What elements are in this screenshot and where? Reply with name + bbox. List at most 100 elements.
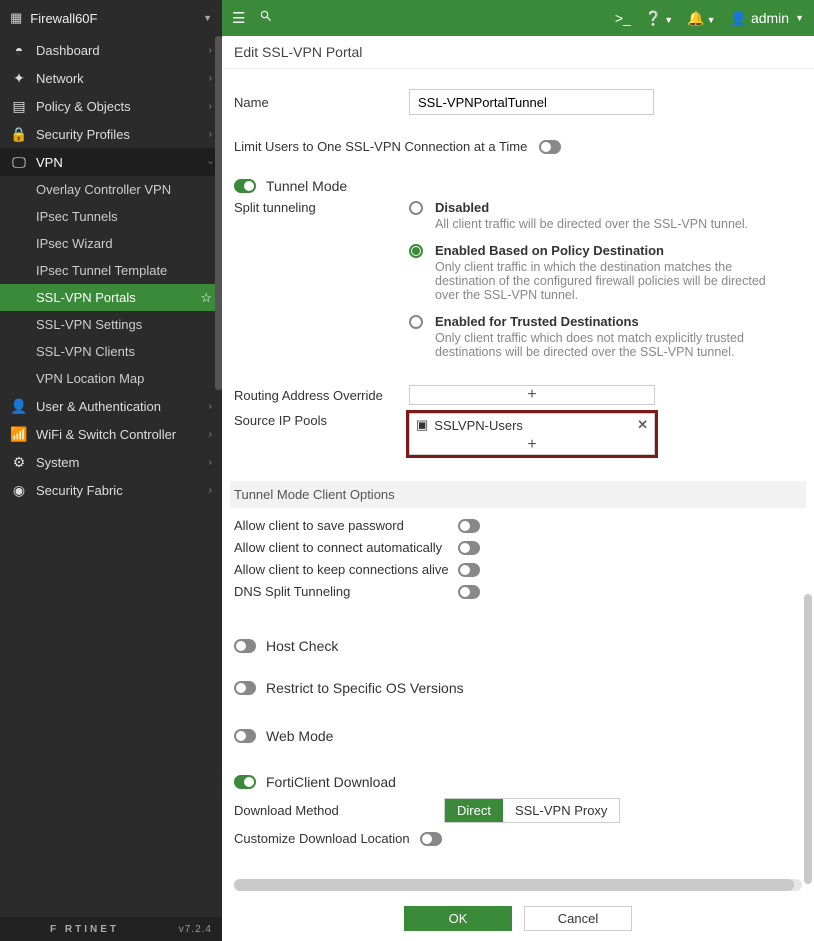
radio-title: Enabled Based on Policy Destination — [435, 243, 780, 258]
sidebar-sub-sslvpn-settings[interactable]: SSL-VPN Settings — [0, 311, 222, 338]
horizontal-scrollbar[interactable] — [234, 879, 802, 891]
name-input[interactable] — [409, 89, 654, 115]
sidebar-item-dashboard[interactable]: ◓ Dashboard › — [0, 36, 222, 64]
chevron-right-icon: › — [209, 73, 212, 84]
brand-logo: F RTINET — [50, 924, 119, 935]
notifications-icon[interactable]: 🔔▼ — [687, 10, 715, 27]
split-option-policy[interactable]: Enabled Based on Policy Destination Only… — [409, 243, 802, 302]
opt-save-pw-toggle[interactable] — [458, 519, 480, 533]
custom-dl-loc-toggle[interactable] — [420, 832, 442, 846]
sidebar-item-security-fabric[interactable]: ◉ Security Fabric › — [0, 476, 222, 504]
sidebar-item-label: IPsec Tunnels — [36, 209, 118, 224]
sidebar-item-vpn[interactable]: 🖵 VPN › — [0, 148, 222, 176]
sidebar-sub-ipsec-template[interactable]: IPsec Tunnel Template — [0, 257, 222, 284]
radio-desc: Only client traffic in which the destina… — [435, 260, 780, 302]
vpn-submenu: Overlay Controller VPN IPsec Tunnels IPs… — [0, 176, 222, 392]
sidebar-item-label: Security Profiles — [36, 127, 130, 142]
sidebar-item-wifi[interactable]: 📶 WiFi & Switch Controller › — [0, 420, 222, 448]
help-icon[interactable]: ❔▼ — [645, 10, 673, 27]
radio-title: Enabled for Trusted Destinations — [435, 314, 780, 329]
address-icon: ▣ — [416, 417, 428, 433]
sidebar-item-label: Network — [36, 71, 84, 86]
radio-desc: All client traffic will be directed over… — [435, 217, 748, 231]
main: ☰ >_ ❔▼ 🔔▼ 👤 admin ▼ Edit SSL-VPN Portal… — [222, 0, 814, 941]
sidebar-sub-ipsec-wizard[interactable]: IPsec Wizard — [0, 230, 222, 257]
chevron-down-icon: ▼ — [203, 13, 212, 23]
forticlient-dl-toggle[interactable] — [234, 775, 256, 789]
star-icon[interactable]: ☆ — [200, 290, 212, 306]
forticlient-dl-label: FortiClient Download — [266, 774, 396, 790]
client-options-header: Tunnel Mode Client Options — [230, 481, 806, 508]
device-header[interactable]: ▦ Firewall60F ▼ — [0, 0, 222, 36]
wifi-icon: 📶 — [10, 426, 28, 443]
split-option-trusted[interactable]: Enabled for Trusted Destinations Only cl… — [409, 314, 802, 359]
source-ip-pools-label: Source IP Pools — [234, 413, 327, 428]
host-check-toggle[interactable] — [234, 639, 256, 653]
gauge-icon: ◓ — [10, 42, 28, 58]
pool-item-label: SSLVPN-Users — [434, 418, 523, 433]
download-method-segmented: Direct SSL-VPN Proxy — [444, 798, 620, 823]
remove-pool-icon[interactable]: ✕ — [637, 417, 648, 433]
opt-auto-connect-label: Allow client to connect automatically — [234, 540, 458, 555]
cancel-button[interactable]: Cancel — [524, 906, 632, 931]
page-title: Edit SSL-VPN Portal — [222, 36, 814, 69]
sidebar-item-network[interactable]: ✦ Network › — [0, 64, 222, 92]
split-tunneling-label: Split tunneling — [234, 200, 316, 215]
pool-item[interactable]: ▣ SSLVPN-Users ✕ — [410, 414, 654, 436]
tunnel-mode-toggle[interactable] — [234, 179, 256, 193]
gear-icon: ⚙ — [10, 454, 28, 471]
chevron-right-icon: › — [209, 129, 212, 140]
sidebar-item-system[interactable]: ⚙ System › — [0, 448, 222, 476]
chevron-right-icon: › — [209, 101, 212, 112]
nav: ◓ Dashboard › ✦ Network › ▤ Policy & Obj… — [0, 36, 222, 917]
chevron-right-icon: › — [209, 457, 212, 468]
add-pool[interactable]: + — [410, 436, 654, 454]
version-label: v7.2.4 — [179, 924, 212, 935]
sidebar-sub-vpn-location-map[interactable]: VPN Location Map — [0, 365, 222, 392]
sidebar-sub-ipsec-tunnels[interactable]: IPsec Tunnels — [0, 203, 222, 230]
sidebar-item-security-profiles[interactable]: 🔒 Security Profiles › — [0, 120, 222, 148]
user-menu[interactable]: 👤 admin ▼ — [730, 10, 805, 27]
split-option-disabled[interactable]: Disabled All client traffic will be dire… — [409, 200, 802, 231]
list-icon: ▤ — [10, 98, 28, 115]
sidebar-item-label: IPsec Tunnel Template — [36, 263, 167, 278]
search-icon[interactable] — [259, 9, 273, 27]
sidebar-scrollbar[interactable] — [215, 36, 222, 390]
sidebar-item-label: SSL-VPN Clients — [36, 344, 135, 359]
web-mode-toggle[interactable] — [234, 729, 256, 743]
sidebar-item-user-auth[interactable]: 👤 User & Authentication › — [0, 392, 222, 420]
restrict-os-label: Restrict to Specific OS Versions — [266, 680, 464, 696]
cli-icon[interactable]: >_ — [615, 10, 631, 26]
download-method-proxy[interactable]: SSL-VPN Proxy — [503, 799, 619, 822]
opt-auto-connect-toggle[interactable] — [458, 541, 480, 555]
sidebar-sub-sslvpn-portals[interactable]: SSL-VPN Portals ☆ — [0, 284, 222, 311]
sidebar-item-label: Security Fabric — [36, 483, 123, 498]
custom-dl-loc-label: Customize Download Location — [234, 831, 420, 846]
device-name: Firewall60F — [30, 11, 203, 26]
restrict-os-toggle[interactable] — [234, 681, 256, 695]
sidebar-sub-overlay[interactable]: Overlay Controller VPN — [0, 176, 222, 203]
tunnel-mode-label: Tunnel Mode — [266, 178, 347, 194]
radio-desc: Only client traffic which does not match… — [435, 331, 780, 359]
add-routing-address[interactable]: + — [410, 386, 654, 404]
download-method-label: Download Method — [234, 803, 339, 818]
sidebar: ▦ Firewall60F ▼ ◓ Dashboard › ✦ Network … — [0, 0, 222, 941]
sidebar-item-label: IPsec Wizard — [36, 236, 113, 251]
routing-override-box[interactable]: + — [409, 385, 655, 405]
opt-keep-alive-toggle[interactable] — [458, 563, 480, 577]
menu-icon[interactable]: ☰ — [232, 9, 245, 27]
user-label: admin — [751, 10, 789, 26]
web-mode-label: Web Mode — [266, 728, 333, 744]
source-ip-pools-box[interactable]: ▣ SSLVPN-Users ✕ + — [409, 413, 655, 455]
content: Name Limit Users to One SSL-VPN Connecti… — [222, 69, 814, 895]
vertical-scrollbar[interactable] — [804, 594, 812, 884]
radio-icon — [409, 201, 423, 215]
limit-users-label: Limit Users to One SSL-VPN Connection at… — [234, 139, 527, 154]
ok-button[interactable]: OK — [404, 906, 512, 931]
sidebar-item-policy[interactable]: ▤ Policy & Objects › — [0, 92, 222, 120]
opt-dns-split-toggle[interactable] — [458, 585, 480, 599]
limit-users-toggle[interactable] — [539, 140, 561, 154]
sidebar-sub-sslvpn-clients[interactable]: SSL-VPN Clients — [0, 338, 222, 365]
chevron-right-icon: › — [209, 485, 212, 496]
download-method-direct[interactable]: Direct — [445, 799, 503, 822]
